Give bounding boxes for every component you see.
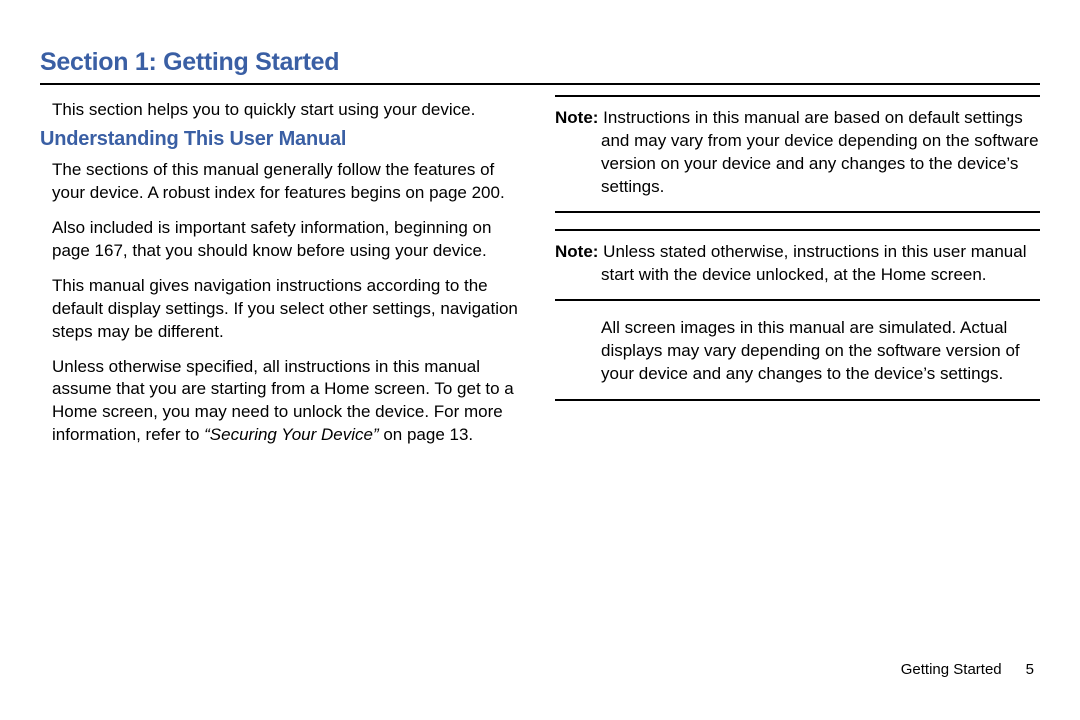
left-para-4: Unless otherwise specified, all instruct…: [40, 356, 525, 448]
note-2-body: Unless stated otherwise, instructions in…: [598, 242, 1026, 284]
footer-label: Getting Started: [901, 661, 1002, 678]
note-box-2: Note: Unless stated otherwise, instructi…: [555, 229, 1040, 301]
note-1-text: Note: Instructions in this manual are ba…: [555, 107, 1040, 199]
left-para-3: This manual gives navigation instruction…: [40, 275, 525, 344]
left-para-4b: on page 13.: [383, 425, 473, 444]
section-title: Section 1: Getting Started: [40, 48, 1040, 77]
page-footer: Getting Started 5: [901, 661, 1034, 678]
note-box-1: Note: Instructions in this manual are ba…: [555, 95, 1040, 213]
left-para-1: The sections of this manual generally fo…: [40, 159, 525, 205]
after-note-text: All screen images in this manual are sim…: [555, 317, 1040, 386]
note-1-body: Instructions in this manual are based on…: [598, 108, 1038, 196]
right-column: Note: Instructions in this manual are ba…: [555, 95, 1040, 459]
left-column: This section helps you to quickly start …: [40, 95, 525, 459]
note-2-label: Note:: [555, 242, 598, 261]
left-para-2: Also included is important safety inform…: [40, 217, 525, 263]
intro-text: This section helps you to quickly start …: [40, 99, 525, 122]
subheading: Understanding This User Manual: [40, 128, 525, 151]
footer-page-number: 5: [1026, 661, 1034, 678]
note-1-label: Note:: [555, 108, 598, 127]
title-rule: [40, 83, 1040, 85]
cross-reference: “Securing Your Device”: [204, 425, 383, 444]
bottom-rule: [555, 399, 1040, 401]
content-columns: This section helps you to quickly start …: [40, 95, 1040, 459]
note-2-text: Note: Unless stated otherwise, instructi…: [555, 241, 1040, 287]
